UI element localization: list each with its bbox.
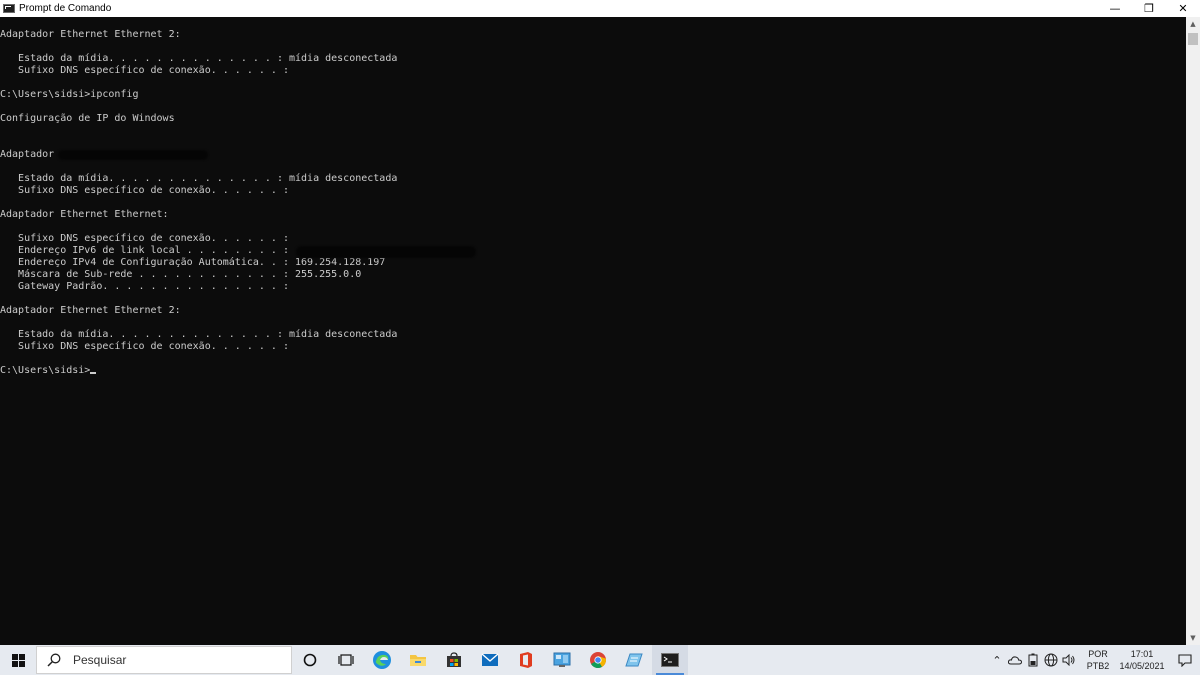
console-output: Adaptador Ethernet Ethernet 2: Estado da… [0,29,397,377]
taskbar-app-store[interactable] [436,645,472,675]
start-button[interactable] [0,645,36,675]
battery-icon[interactable] [1024,645,1042,675]
console-line: Adaptador Ethernet Ethernet 2: [0,305,181,316]
mail-icon [481,653,499,666]
windows-logo-icon [11,653,25,667]
console-prompt: C:\Users\sidsi> [0,365,91,376]
console-line: Estado da mídia. . . . . . . . . . . . .… [0,329,398,340]
folder-icon [410,655,426,666]
office-icon [520,652,532,668]
taskbar-app-control-panel[interactable] [544,645,580,675]
clock-date: 14/05/2021 [1119,661,1165,671]
taskbar-app-office[interactable] [508,645,544,675]
cmd-icon [3,4,15,13]
console-line: Endereço IPv4 de Configuração Automática… [0,257,386,268]
console-line: Adaptador Ethernet Ethernet 2: [0,29,181,40]
console-line: Sufixo DNS específico de conexão. . . . … [0,341,289,352]
console-line: Estado da mídia. . . . . . . . . . . . .… [0,173,398,184]
clock[interactable]: 17:01 14/05/2021 [1114,648,1170,672]
language-code: POR [1088,649,1108,659]
taskbar: ⌃ POR PTB2 17:01 14/05/2021 [0,645,1200,675]
window-controls: — ❐ ✕ [1098,0,1200,17]
scroll-thumb[interactable] [1188,33,1198,45]
command-prompt-icon [661,653,679,667]
taskbar-app-command-prompt[interactable] [652,645,688,675]
search-icon [47,653,61,667]
console-line: Sufixo DNS específico de conexão. . . . … [0,185,289,196]
search-input[interactable] [71,652,265,668]
edge-icon [373,651,391,669]
window-title: Prompt de Comando [19,3,112,14]
console-line: Sufixo DNS específico de conexão. . . . … [0,233,289,244]
minimize-button[interactable]: — [1098,0,1132,17]
system-tray: ⌃ POR PTB2 17:01 14/05/2021 [988,645,1200,675]
console-line: Configuração de IP do Windows [0,113,175,124]
task-view-button[interactable] [328,645,364,675]
taskbar-app-edge[interactable] [364,645,400,675]
console-prompt-line[interactable]: C:\Users\sidsi> [0,365,397,377]
task-view-icon [338,654,354,666]
language-indicator[interactable]: POR PTB2 [1082,648,1114,672]
taskbar-app-mail[interactable] [472,645,508,675]
vertical-scrollbar[interactable]: ▲ ▼ [1186,17,1200,645]
taskbar-search[interactable] [36,646,292,674]
console-line: Máscara de Sub-rede . . . . . . . . . . … [0,269,362,280]
text-cursor [90,372,97,374]
notification-center-button[interactable] [1170,645,1200,675]
keyboard-layout: PTB2 [1086,661,1110,671]
chrome-icon [590,652,607,668]
console-area[interactable]: Adaptador Ethernet Ethernet 2: Estado da… [0,17,1186,645]
notepad-icon [625,653,643,667]
clock-time: 17:01 [1130,649,1154,659]
notification-icon [1178,653,1192,667]
window-titlebar[interactable]: Prompt de Comando — ❐ ✕ [0,0,1200,17]
console-line: Sufixo DNS específico de conexão. . . . … [0,65,289,76]
taskbar-app-chrome[interactable] [580,645,616,675]
console-line: C:\Users\sidsi>ipconfig [0,89,139,100]
console-line: Adaptador Ethernet Ethernet: [0,209,169,220]
console-line: Gateway Padrão. . . . . . . . . . . . . … [0,281,289,292]
redaction-adapter-name [58,150,208,160]
onedrive-cloud-icon[interactable] [1006,645,1024,675]
cortana-button[interactable] [292,645,328,675]
taskbar-app-notepad[interactable] [616,645,652,675]
close-button[interactable]: ✕ [1166,0,1200,17]
control-panel-icon [553,652,571,667]
scroll-up-icon[interactable]: ▲ [1186,17,1200,31]
taskbar-app-file-explorer[interactable] [400,645,436,675]
chevron-up-icon[interactable]: ⌃ [988,645,1006,675]
speaker-icon[interactable] [1060,645,1078,675]
store-bag-icon [447,652,461,667]
redaction-ipv6-address [296,246,476,258]
network-globe-icon[interactable] [1042,645,1060,675]
maximize-button[interactable]: ❐ [1132,0,1166,17]
cortana-circle-icon [303,653,317,667]
scroll-down-icon[interactable]: ▼ [1186,631,1200,645]
console-line: Estado da mídia. . . . . . . . . . . . .… [0,53,398,64]
